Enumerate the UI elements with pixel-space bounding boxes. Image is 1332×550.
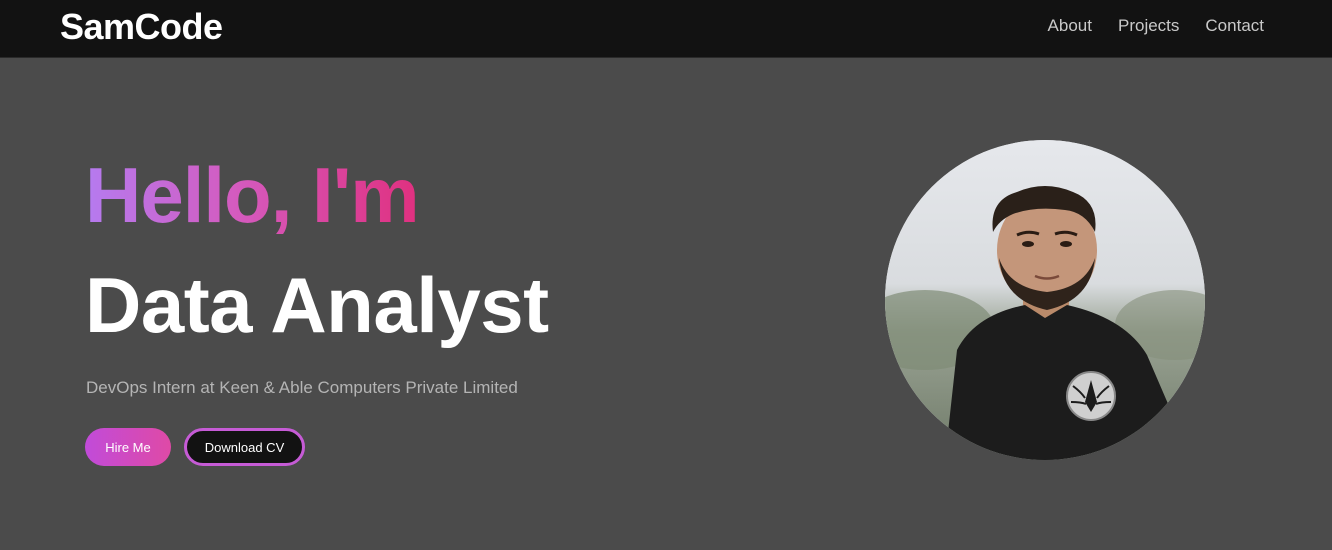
download-cv-button[interactable]: Download CV — [184, 428, 305, 466]
profile-photo — [885, 140, 1205, 460]
hire-me-button[interactable]: Hire Me — [85, 428, 171, 466]
hero-subtitle: DevOps Intern at Keen & Able Computers P… — [86, 378, 518, 397]
nav-link-projects[interactable]: Projects — [1118, 16, 1179, 36]
nav-link-about[interactable]: About — [1048, 16, 1092, 36]
hero-greeting: Hello, I'm — [85, 151, 420, 239]
site-logo[interactable]: SamCode — [60, 6, 223, 48]
nav-links: About Projects Contact — [1048, 16, 1264, 36]
nav-link-contact[interactable]: Contact — [1205, 16, 1264, 36]
hero-role: Data Analyst — [85, 261, 549, 349]
profile-photo-illustration — [885, 140, 1205, 460]
top-navbar: SamCode About Projects Contact — [0, 0, 1332, 58]
hero-section: Hello, I'm Data Analyst DevOps Intern at… — [0, 58, 1332, 550]
